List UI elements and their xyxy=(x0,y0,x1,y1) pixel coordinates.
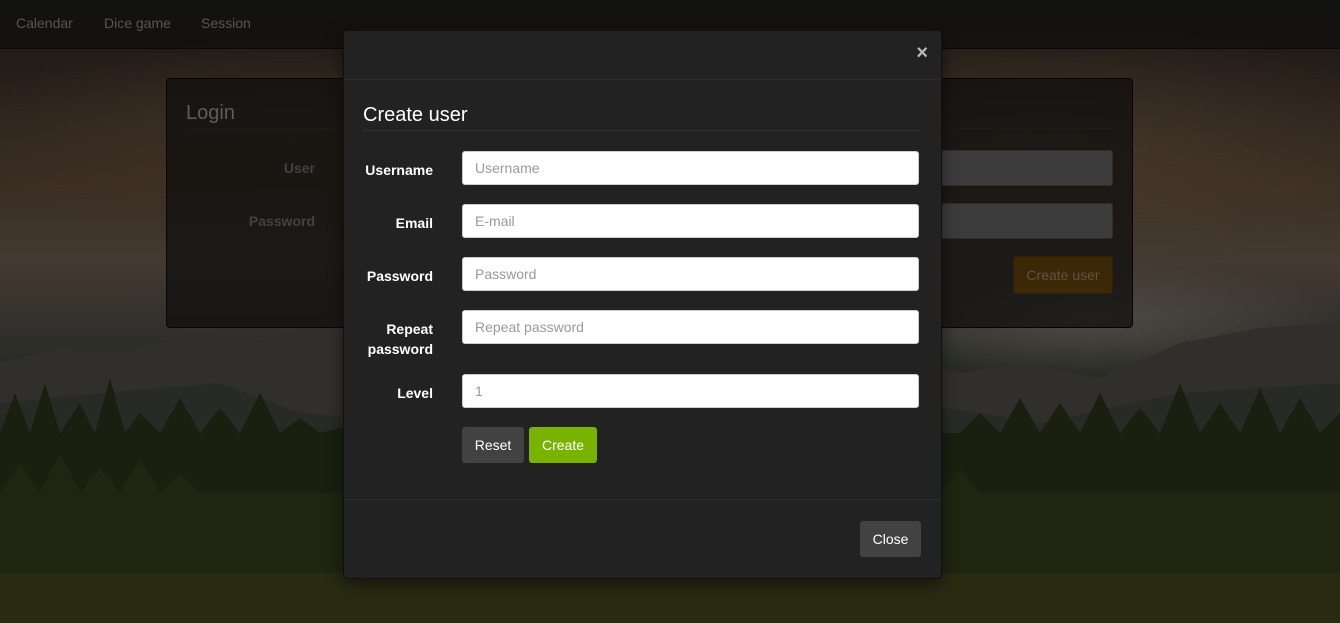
password-label: Password xyxy=(366,268,433,284)
create-button[interactable]: Create xyxy=(529,427,597,463)
modal-footer-divider xyxy=(344,499,941,500)
close-icon[interactable]: × xyxy=(916,42,928,65)
password-input[interactable] xyxy=(462,257,919,291)
create-user-modal: × Create user Username Email Password Re… xyxy=(343,30,942,579)
level-input[interactable] xyxy=(462,374,919,408)
modal-title: Create user xyxy=(363,104,468,126)
email-label: Email xyxy=(395,215,433,231)
repeat-password-label: Repeat password xyxy=(367,321,433,357)
close-button[interactable]: Close xyxy=(860,521,921,557)
modal-title-divider xyxy=(363,130,921,131)
modal-header: × xyxy=(344,31,941,80)
username-label: Username xyxy=(365,162,433,178)
level-label: Level xyxy=(397,385,433,401)
reset-button[interactable]: Reset xyxy=(462,427,524,463)
repeat-password-input[interactable] xyxy=(462,310,919,344)
email-input[interactable] xyxy=(462,204,919,238)
username-input[interactable] xyxy=(462,151,919,185)
